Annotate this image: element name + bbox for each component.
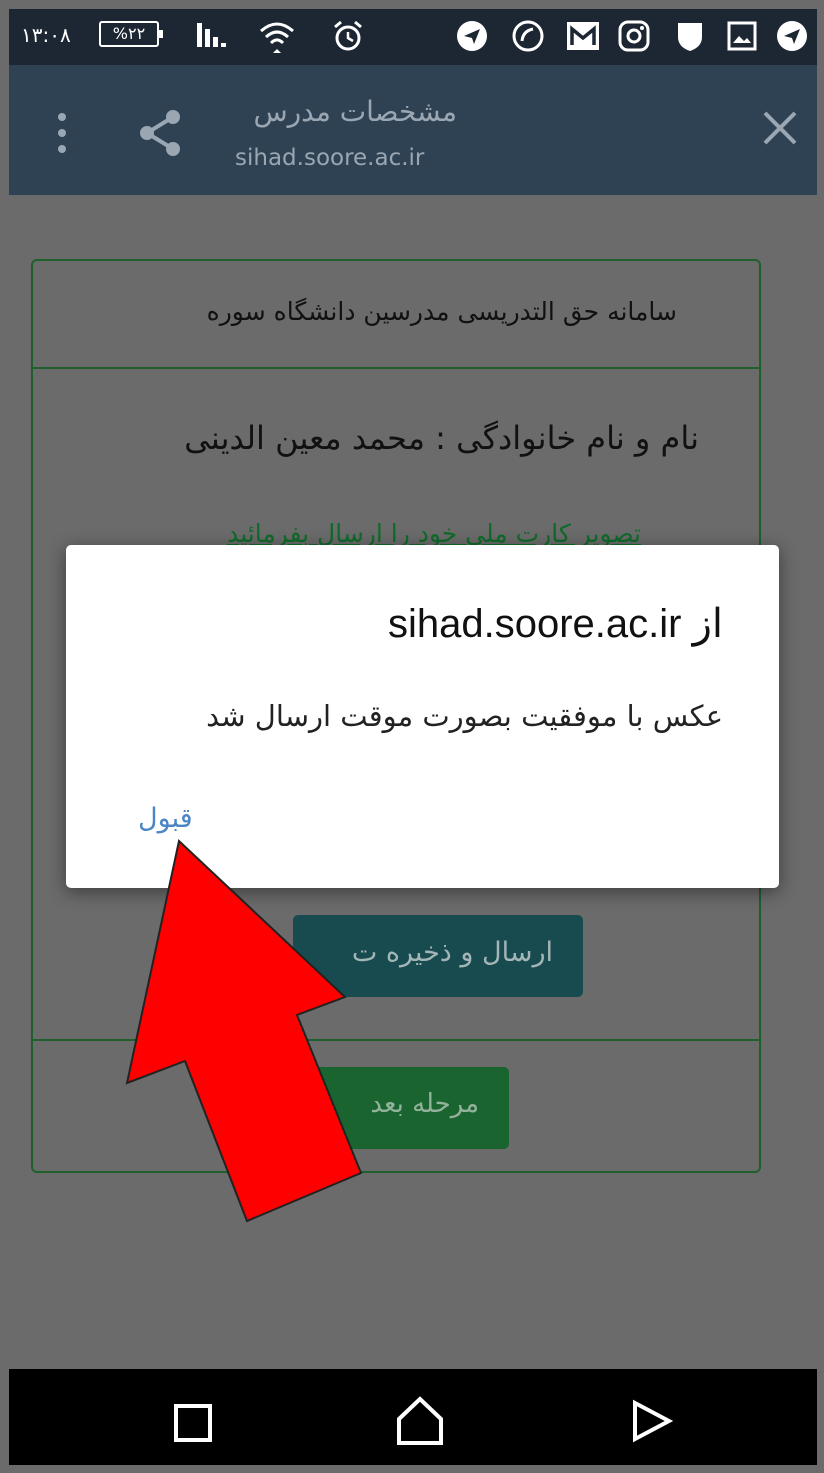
signal-icon [195,19,229,55]
phone-icon [511,19,545,57]
telegram-icon [455,19,489,57]
accept-button[interactable]: قبول [138,803,193,834]
gallery-icon [725,19,759,57]
full-name: نام و نام خانوادگی : محمد معین الدینی [184,419,699,457]
instagram-icon [617,19,651,57]
system-title: سامانه حق التدریسی مدرسین دانشگاه سوره [206,297,677,326]
navigation-bar [9,1369,817,1465]
dialog-message: عکس با موفقیت بصورت موقت ارسال شد [206,699,723,733]
app-bar: مشخصات مدرس sihad.soore.ac.ir [9,65,817,195]
wifi-icon [257,19,297,57]
close-icon[interactable] [761,109,799,151]
upload-id-card-link[interactable]: تصویر کارت ملی خود را ارسال بفرمائید [227,519,641,548]
more-vert-icon[interactable] [55,111,69,159]
share-icon[interactable] [137,109,185,161]
next-step-button[interactable]: مرحله بعد [313,1067,509,1149]
back-icon[interactable] [629,1399,674,1447]
status-time: ۱۳:۰۸ [21,23,71,47]
page-url: sihad.soore.ac.ir [235,145,425,171]
status-bar: ۱۳:۰۸ %۲۲ [9,9,817,65]
send-and-save-button[interactable]: ارسال و ذخیره ت [293,915,583,997]
battery-indicator: %۲۲ [99,21,163,47]
home-icon[interactable] [395,1395,445,1451]
page-title: مشخصات مدرس [253,95,457,128]
recents-icon[interactable] [173,1403,213,1447]
shield-icon [675,19,705,57]
alarm-icon [331,19,365,57]
gmail-icon [565,19,601,57]
divider [33,1039,759,1041]
alert-dialog: از sihad.soore.ac.ir عکس با موفقیت بصورت… [66,545,779,888]
screen: ۱۳:۰۸ %۲۲ مشخصات مدرس sihad.soore.ac.ir … [9,9,817,1465]
telegram-icon [775,19,809,57]
card-header: سامانه حق التدریسی مدرسین دانشگاه سوره [33,261,759,369]
dialog-title: از sihad.soore.ac.ir [387,602,723,646]
